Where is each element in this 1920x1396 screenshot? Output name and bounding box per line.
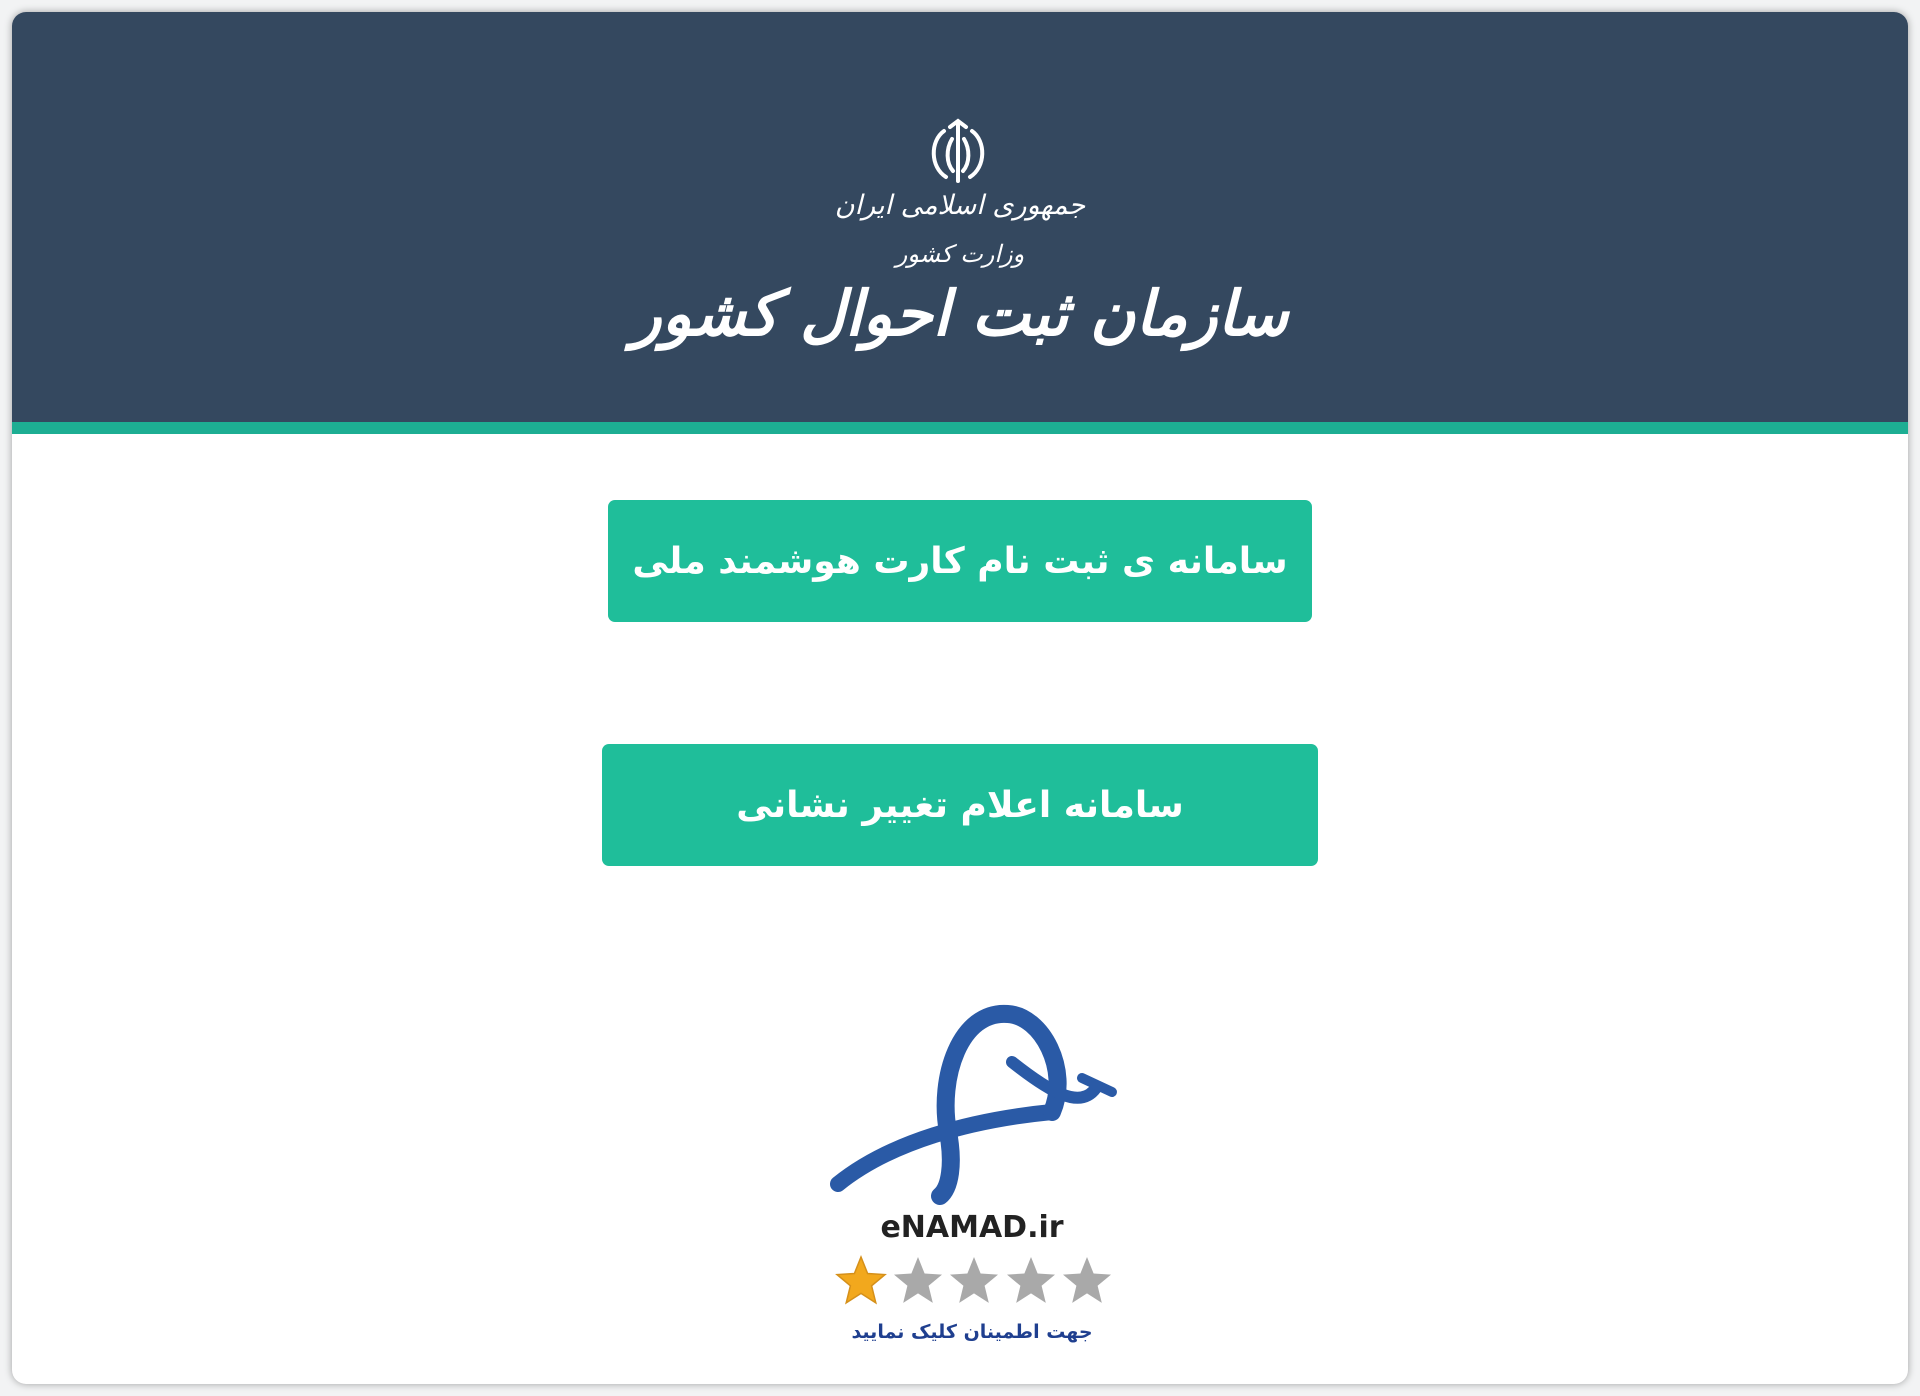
smart-card-registration-button[interactable]: سامانه ی ثبت نام کارت هوشمند ملی <box>608 500 1312 622</box>
enamad-rating <box>834 1254 1114 1314</box>
star-icon <box>950 1257 998 1303</box>
enamad-name: eNAMAD.ir <box>880 1210 1064 1245</box>
ministry-name: وزارت کشور <box>895 240 1025 268</box>
organization-title: سازمان ثبت احوال کشور <box>631 277 1289 350</box>
accent-divider <box>12 422 1908 434</box>
iran-emblem-icon <box>931 118 985 183</box>
address-change-button[interactable]: سامانه اعلام تغییر نشانی <box>602 744 1318 866</box>
header-banner: جمهوری اسلامی ایران وزارت کشور سازمان ثب… <box>12 12 1908 422</box>
enamad-logo-icon <box>830 1004 1117 1205</box>
star-icon <box>1063 1257 1111 1303</box>
star-icon <box>1006 1257 1055 1303</box>
republic-name: جمهوری اسلامی ایران <box>834 190 1086 221</box>
page-frame: جمهوری اسلامی ایران وزارت کشور سازمان ثب… <box>12 12 1908 1384</box>
star-icon <box>835 1254 887 1305</box>
enamad-badge[interactable]: eNAMAD.ir جهت اطمینان کلیک نمایید <box>802 992 1142 1382</box>
star-icon <box>893 1257 942 1303</box>
enamad-caption: جهت اطمینان کلیک نمایید <box>851 1321 1093 1343</box>
